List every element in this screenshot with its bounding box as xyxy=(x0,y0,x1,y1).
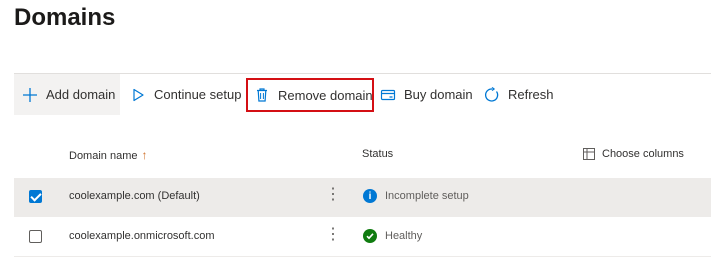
row-checkbox[interactable] xyxy=(29,230,42,243)
status-cell: i Incomplete setup xyxy=(363,189,469,203)
add-domain-button[interactable]: Add domain xyxy=(14,74,120,115)
page-title: Domains xyxy=(14,4,116,31)
buy-domain-label: Buy domain xyxy=(404,87,473,102)
status-text: Incomplete setup xyxy=(385,190,469,202)
more-actions-icon[interactable]: ⋮ xyxy=(325,186,341,204)
column-header-domain-name-label: Domain name xyxy=(69,150,138,162)
refresh-icon xyxy=(484,86,500,103)
table-row[interactable]: coolexample.com (Default) ⋮ i Incomplete… xyxy=(14,178,711,217)
more-actions-icon[interactable]: ⋮ xyxy=(325,226,341,244)
credit-card-icon xyxy=(380,87,396,103)
column-header-domain-name[interactable]: Domain name ↑ xyxy=(69,148,147,162)
add-domain-label: Add domain xyxy=(46,87,116,102)
remove-domain-button[interactable]: Remove domain xyxy=(246,78,374,112)
remove-domain-label: Remove domain xyxy=(278,87,373,103)
choose-columns-label: Choose columns xyxy=(602,148,684,160)
domain-name[interactable]: coolexample.onmicrosoft.com xyxy=(69,230,215,242)
continue-setup-label: Continue setup xyxy=(154,87,242,102)
columns-icon xyxy=(583,148,595,160)
choose-columns-button[interactable]: Choose columns xyxy=(583,148,684,160)
column-header-status[interactable]: Status xyxy=(362,148,393,160)
table-row[interactable]: coolexample.onmicrosoft.com ⋮ Healthy xyxy=(14,218,711,257)
row-checkbox[interactable] xyxy=(29,190,42,203)
continue-setup-button[interactable]: Continue setup xyxy=(130,74,241,115)
plus-icon xyxy=(22,87,38,103)
sort-ascending-icon: ↑ xyxy=(141,148,148,162)
refresh-label: Refresh xyxy=(508,87,554,102)
buy-domain-button[interactable]: Buy domain xyxy=(380,74,473,115)
refresh-button[interactable]: Refresh xyxy=(484,74,554,115)
domain-name[interactable]: coolexample.com (Default) xyxy=(69,190,200,202)
status-text: Healthy xyxy=(385,230,423,242)
trash-icon xyxy=(254,87,270,103)
info-icon: i xyxy=(363,189,377,203)
command-bar: Add domain Continue setup Remove domain … xyxy=(14,73,711,115)
status-cell: Healthy xyxy=(363,229,422,243)
check-circle-icon xyxy=(363,229,377,243)
play-icon xyxy=(130,87,146,103)
